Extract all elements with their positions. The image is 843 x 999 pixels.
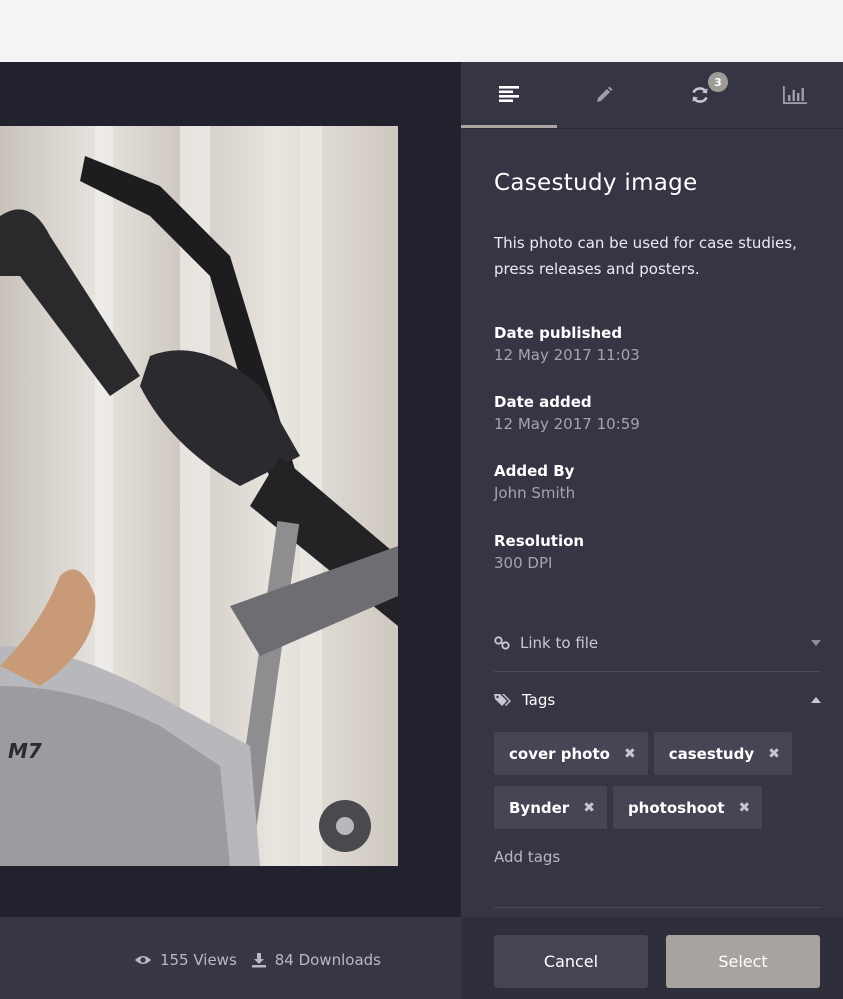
tag-chip: cover photo ✖ — [494, 732, 648, 775]
tag-text: cover photo — [509, 744, 610, 763]
download-icon — [251, 952, 267, 968]
bike-photo: M7 — [0, 126, 398, 866]
tab-edit[interactable] — [557, 62, 653, 128]
sync-icon — [692, 87, 708, 103]
link-to-file-label: Link to file — [520, 634, 599, 652]
tab-analytics[interactable] — [748, 62, 843, 128]
tags-toggle[interactable]: Tags — [494, 677, 821, 723]
asset-stats: 155 Views 84 Downloads — [134, 951, 381, 969]
tab-versions[interactable]: 3 — [652, 62, 748, 128]
downloads-count: 84 Downloads — [274, 951, 381, 969]
cancel-button[interactable]: Cancel — [494, 935, 648, 988]
asset-preview-image[interactable]: M7 — [0, 126, 398, 866]
meta-value: 12 May 2017 11:03 — [494, 346, 640, 364]
remove-tag-icon[interactable]: ✖ — [624, 746, 636, 762]
tag-list: cover photo ✖ casestudy ✖ Bynder ✖ photo… — [494, 732, 824, 829]
link-to-file-toggle[interactable]: Link to file — [494, 620, 821, 666]
add-tags-input[interactable]: Add tags — [494, 848, 560, 866]
remove-tag-icon[interactable]: ✖ — [583, 800, 595, 816]
meta-label: Added By — [494, 462, 575, 480]
meta-label: Date added — [494, 393, 592, 411]
chevron-up-icon — [811, 697, 821, 703]
tag-text: photoshoot — [627, 798, 725, 817]
remove-tag-icon[interactable]: ✖ — [768, 746, 780, 762]
meta-value: John Smith — [494, 484, 576, 502]
meta-value: 12 May 2017 10:59 — [494, 415, 640, 433]
eye-icon — [134, 954, 152, 966]
remove-tag-icon[interactable]: ✖ — [739, 800, 751, 816]
bike-brand-text: M7 — [8, 739, 42, 763]
tags-label: Tags — [522, 691, 556, 709]
versions-badge: 3 — [708, 72, 728, 92]
top-bar — [0, 0, 843, 62]
views-count: 155 Views — [159, 951, 237, 969]
divider — [494, 907, 821, 908]
asset-details-panel: 3 Casestudy image This photo can be used… — [461, 62, 843, 999]
meta-label: Resolution — [494, 532, 585, 550]
details-list-icon — [498, 85, 519, 102]
tag-text: Bynder — [509, 798, 570, 817]
meta-date-published: Date published 12 May 2017 11:03 — [494, 324, 640, 364]
link-icon — [494, 636, 510, 650]
image-viewer: M7 — [0, 62, 461, 917]
meta-value: 300 DPI — [494, 554, 553, 572]
chevron-down-icon — [811, 640, 821, 646]
meta-label: Date published — [494, 324, 623, 342]
meta-resolution: Resolution 300 DPI — [494, 532, 584, 572]
tags-icon — [494, 694, 511, 706]
tag-chip: casestudy ✖ — [653, 732, 792, 775]
select-button[interactable]: Select — [666, 935, 820, 988]
pencil-icon — [597, 86, 613, 102]
asset-description: This photo can be used for case studies,… — [494, 234, 797, 278]
tag-chip: photoshoot ✖ — [612, 786, 763, 829]
divider — [494, 671, 821, 672]
viewer-footer: 155 Views 84 Downloads — [0, 917, 461, 999]
meta-added-by: Added By John Smith — [494, 462, 575, 502]
bar-chart-icon — [783, 86, 808, 104]
tab-details[interactable] — [461, 62, 557, 128]
asset-title: Casestudy image — [494, 170, 698, 196]
tag-chip: Bynder ✖ — [494, 786, 607, 829]
panel-footer: Cancel Select — [461, 917, 843, 999]
meta-date-added: Date added 12 May 2017 10:59 — [494, 393, 640, 433]
panel-tabs: 3 — [461, 62, 843, 129]
tag-text: casestudy — [668, 744, 755, 763]
